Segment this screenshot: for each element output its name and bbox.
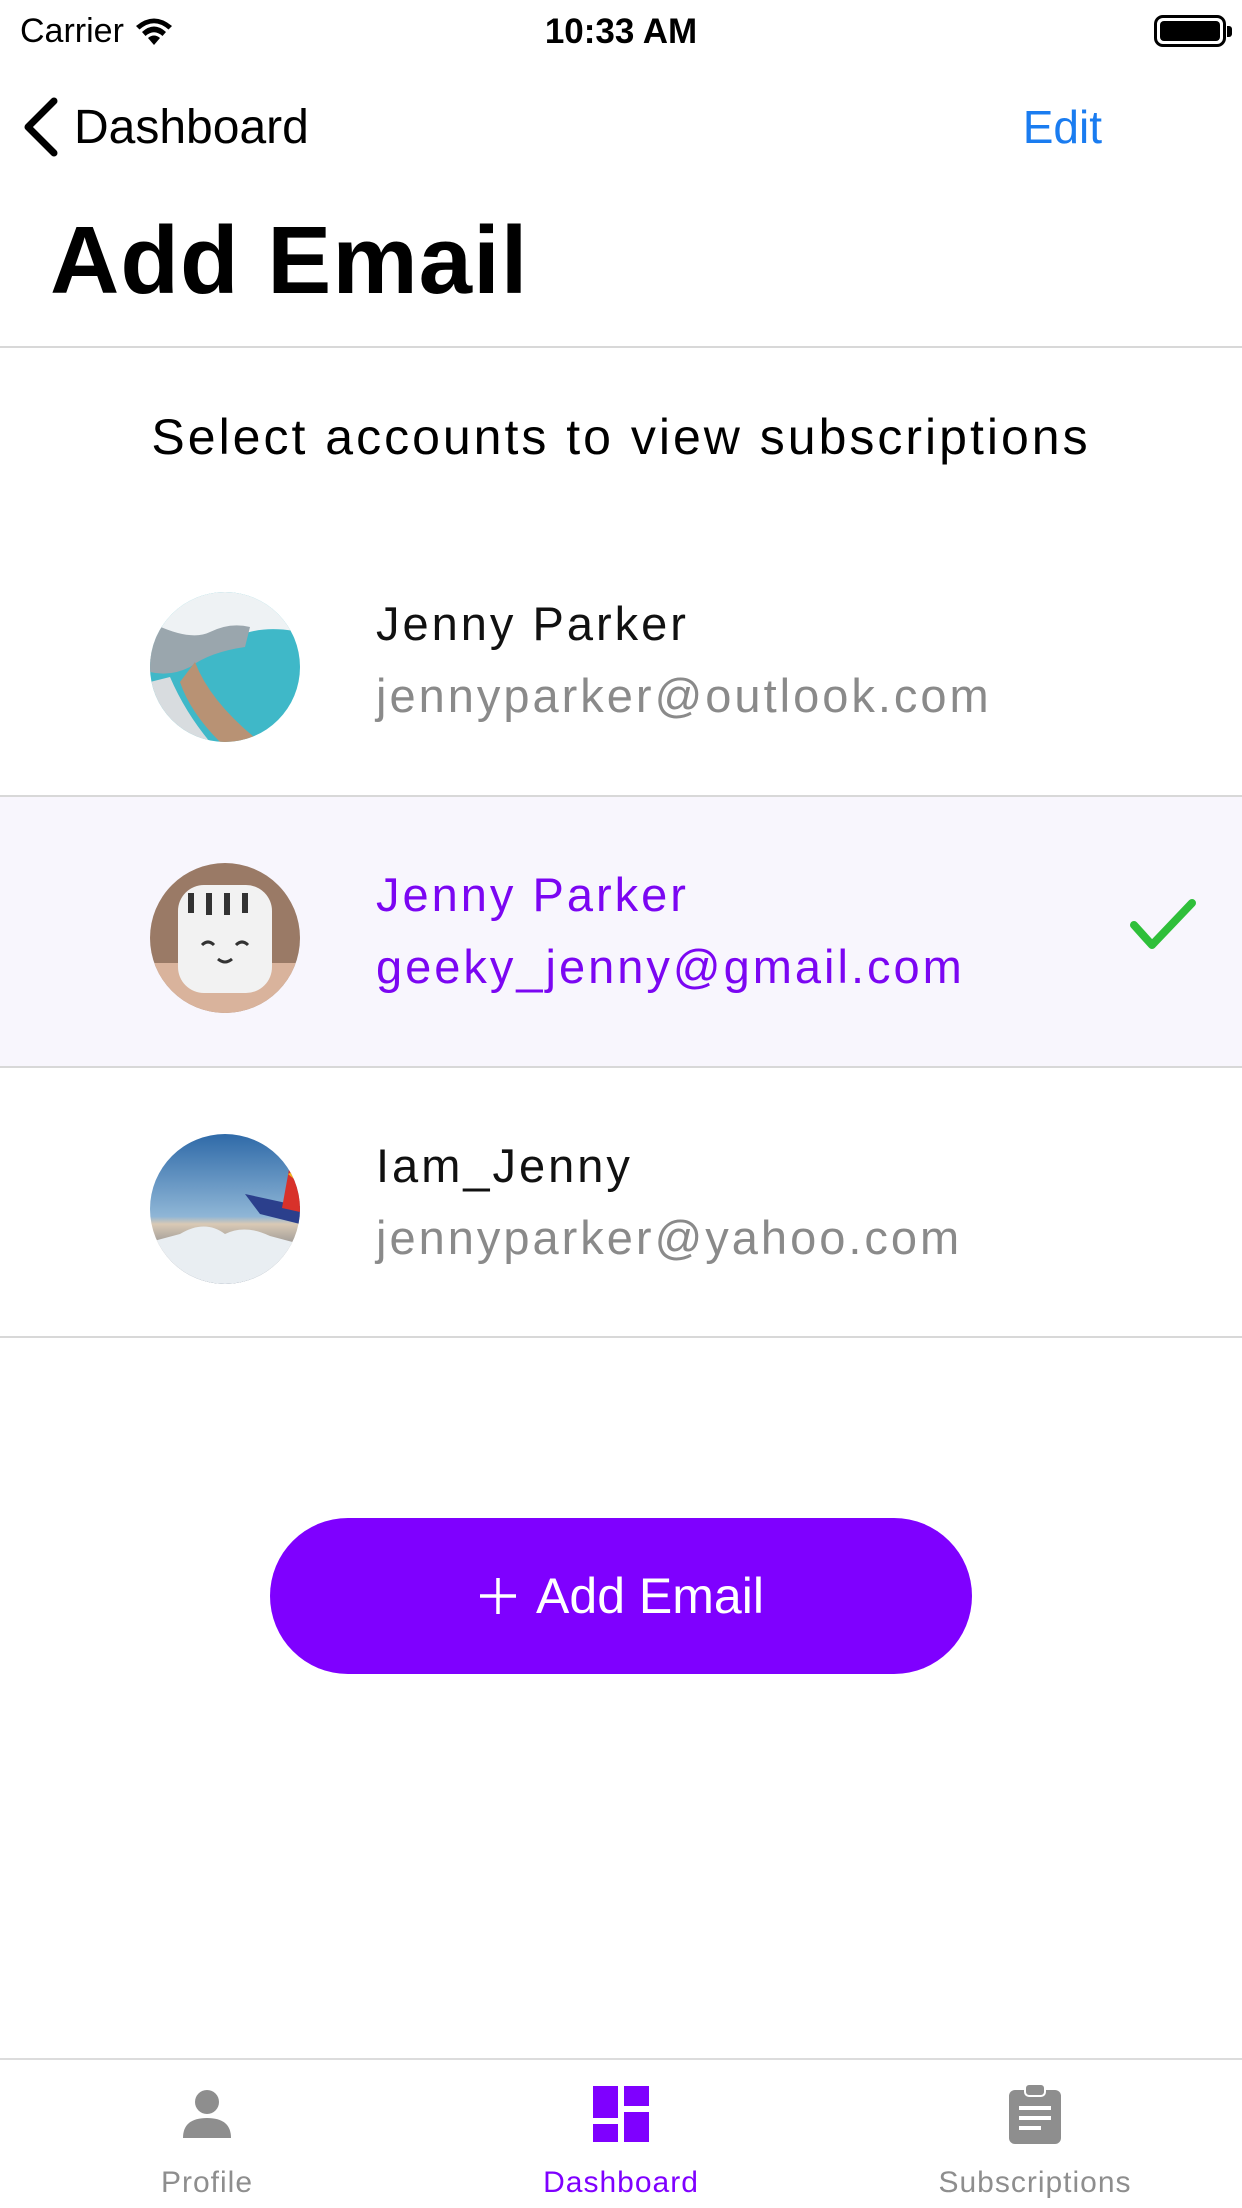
chevron-left-icon (24, 97, 58, 157)
tab-subscriptions[interactable]: Subscriptions (828, 2060, 1242, 2208)
edit-button[interactable]: Edit (1023, 100, 1102, 154)
tab-label: Subscriptions (938, 2166, 1132, 2199)
divider (0, 346, 1242, 348)
account-name: Iam_Jenny (376, 1139, 633, 1192)
battery-icon (1154, 15, 1232, 47)
tab-profile[interactable]: Profile (0, 2060, 414, 2208)
page-subtitle: Select accounts to view subscriptions (151, 409, 1091, 465)
account-row-selected[interactable]: Jenny Parker geeky_jenny@gmail.com (0, 797, 1242, 1067)
tab-bar: Profile Dashboard Subscriptions (0, 2058, 1242, 2208)
back-button[interactable]: Dashboard (20, 94, 309, 160)
account-avatar (150, 863, 300, 1013)
divider (0, 1336, 1242, 1338)
status-bar: Carrier 10:33 AM (0, 0, 1242, 62)
account-name: Jenny Parker (376, 597, 689, 650)
account-row[interactable]: Iam_Jenny jennyparker@yahoo.com (0, 1068, 1242, 1338)
beach-photo-icon (150, 592, 300, 742)
tab-label: Dashboard (543, 2166, 699, 2199)
account-row[interactable]: Jenny Parker jennyparker@outlook.com (0, 526, 1242, 796)
clipboard-icon (1009, 2083, 1061, 2144)
account-email: geeky_jenny@gmail.com (376, 940, 965, 993)
add-email-button-label: Add Email (536, 1568, 764, 1624)
account-email: jennyparker@yahoo.com (376, 1211, 963, 1264)
airplane-wing-photo-icon (150, 1134, 300, 1284)
person-icon (183, 2090, 231, 2138)
tab-label: Profile (160, 2166, 254, 2199)
page-title: Add Email (50, 207, 529, 314)
account-avatar (150, 592, 300, 742)
account-avatar (150, 1134, 300, 1284)
plus-icon (480, 1578, 517, 1614)
account-name: Jenny Parker (376, 868, 689, 921)
checkmark-icon (1130, 899, 1196, 949)
add-email-button[interactable]: Add Email (270, 1518, 972, 1674)
status-time: 10:33 AM (544, 12, 698, 51)
account-email: jennyparker@outlook.com (376, 669, 992, 722)
back-button-label: Dashboard (74, 100, 309, 154)
tab-dashboard[interactable]: Dashboard (414, 2060, 828, 2208)
dashboard-icon (593, 2086, 649, 2142)
cat-mug-photo-icon (150, 863, 300, 1013)
